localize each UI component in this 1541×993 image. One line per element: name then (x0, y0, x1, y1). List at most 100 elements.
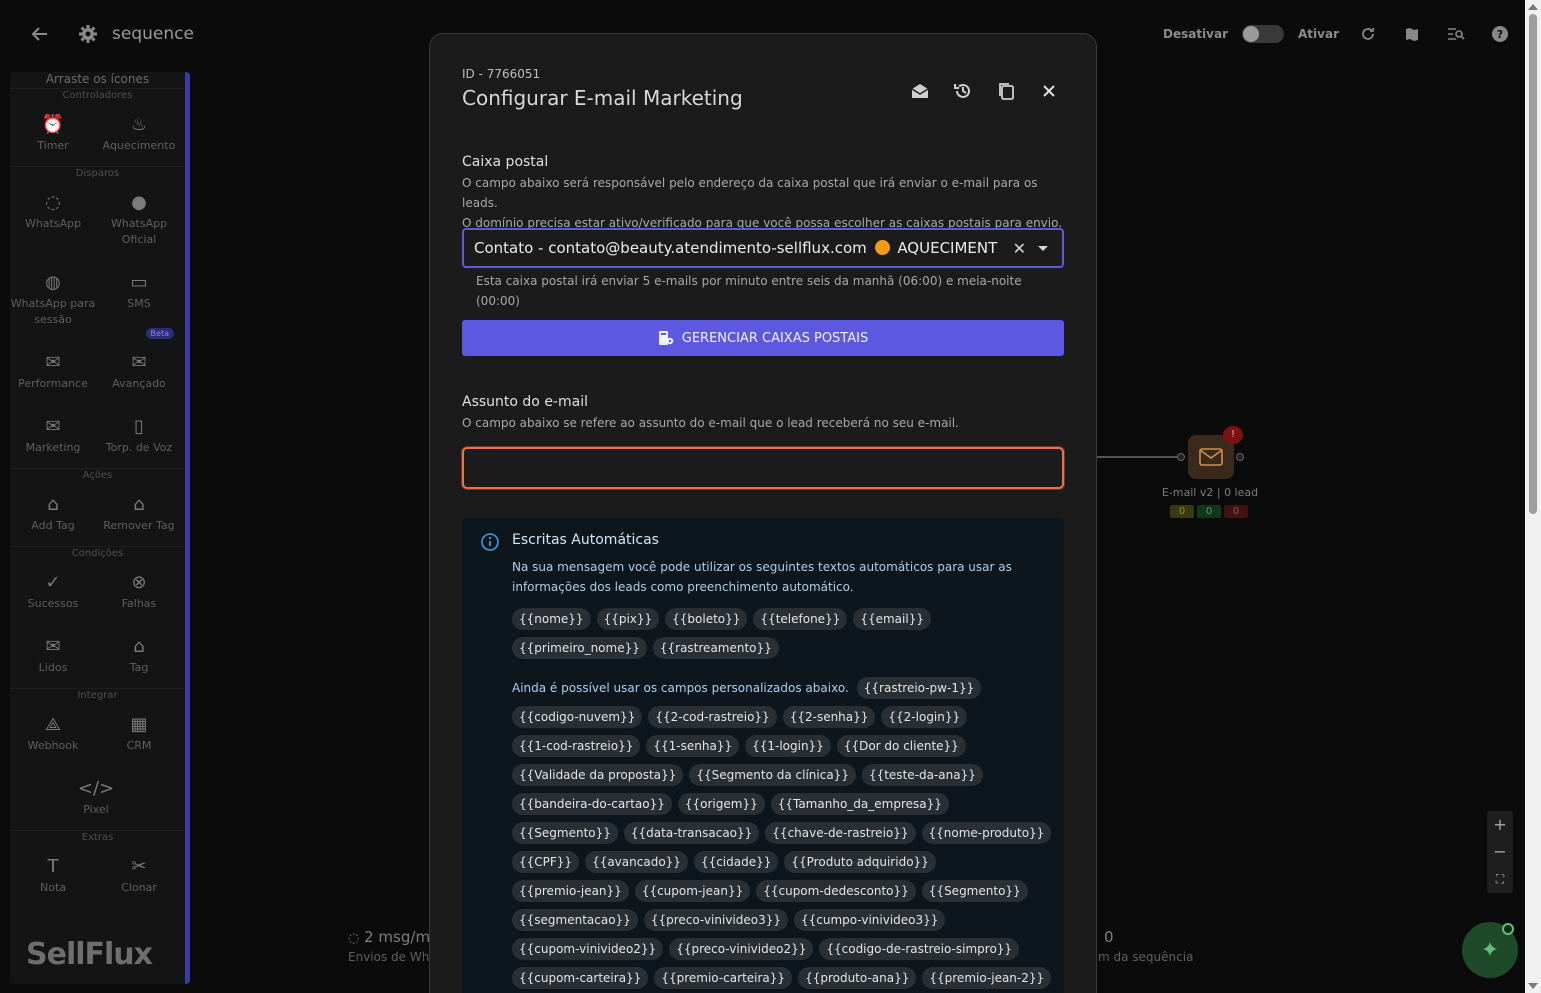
stat-leads: 0 (1104, 928, 1114, 946)
mailbox-select[interactable]: Contato - contato@beauty.atendimento-sel… (462, 228, 1064, 268)
custom-field-chip[interactable]: {{codigo-nuvem}} (512, 706, 643, 728)
auto-field-chip[interactable]: {{boleto}} (665, 608, 748, 630)
custom-field-chip[interactable]: {{Segmento}} (512, 822, 618, 844)
custom-field-chip[interactable]: {{chave-de-rastreio}} (765, 822, 916, 844)
custom-field-chip[interactable]: {{2-login}} (881, 706, 968, 728)
custom-field-chip[interactable]: {{Produto adquirido}} (784, 851, 936, 873)
fit-view-button[interactable]: ⛶ (1487, 866, 1513, 893)
custom-field-chip[interactable]: {{cumpo-vinivideo3}} (794, 909, 946, 931)
custom-field-chip[interactable]: {{1-login}} (745, 735, 831, 757)
sidebar-item-sucessos[interactable]: ✓ Sucessos (10, 560, 96, 624)
sidebar-item-whatsapp-oficial[interactable]: ● WhatsApp Oficial (96, 180, 182, 260)
custom-field-chip[interactable]: {{1-cod-rastreio}} (512, 735, 641, 757)
activate-toggle[interactable] (1242, 25, 1285, 43)
custom-field-chip[interactable]: {{rastreio-pw-1}} (856, 677, 982, 699)
close-icon[interactable] (1034, 78, 1064, 104)
custom-field-chip[interactable]: {{data-transacao}} (623, 822, 760, 844)
email-subject-input[interactable] (462, 447, 1064, 489)
node-input-handle[interactable] (1177, 453, 1185, 461)
sidebar-item-avancado[interactable]: Beta ✉ Avançado (96, 328, 182, 404)
mail-v2-icon: ✉ (131, 351, 147, 373)
custom-field-chip[interactable]: {{premio-jean-2}} (922, 967, 1052, 989)
custom-field-chip[interactable]: {{cupom-jean}} (634, 880, 751, 902)
sidebar-item-whatsapp-sessao[interactable]: ◍ WhatsApp para sessão (10, 260, 96, 340)
sidebar-item-add-tag[interactable]: ⌂ Add Tag (10, 482, 96, 546)
custom-field-chip[interactable]: {{premio-carteira}} (654, 967, 793, 989)
zoom-out-button[interactable]: − (1487, 838, 1513, 865)
zoom-in-button[interactable]: + (1487, 811, 1513, 838)
sidebar-item-aquecimento[interactable]: ♨ Aquecimento (96, 102, 182, 166)
map-icon[interactable] (1397, 20, 1427, 48)
refresh-icon[interactable] (1353, 20, 1383, 48)
scroll-up-arrow[interactable] (1528, 4, 1538, 10)
custom-field-chip[interactable]: {{premio-jean}} (512, 880, 629, 902)
custom-field-chip[interactable]: {{cupom-dedesconto}} (756, 880, 916, 902)
custom-field-chip[interactable]: {{nome-produto}} (921, 822, 1052, 844)
auto-field-chip[interactable]: {{email}} (853, 608, 931, 630)
sidebar-item-pixel[interactable]: </> Pixel (10, 766, 182, 830)
scrollbar-thumb[interactable] (1529, 14, 1537, 514)
gear-icon[interactable] (78, 24, 98, 44)
back-arrow-icon[interactable] (30, 22, 50, 46)
custom-field-chip[interactable]: {{segmentacao}} (512, 909, 638, 931)
sellflux-logo: SellFlux (26, 937, 153, 972)
custom-field-chip[interactable]: {{preco-vinivideo3}} (643, 909, 788, 931)
sidebar-item-tag[interactable]: ⌂ Tag (96, 624, 182, 688)
custom-field-chip[interactable]: {{1-senha}} (646, 735, 740, 757)
sidebar-item-webhook[interactable]: ⟁ Webhook (10, 702, 96, 766)
custom-field-chip[interactable]: {{cupom-carteira}} (512, 967, 649, 989)
sidebar-item-falhas[interactable]: ⊗ Falhas (96, 560, 182, 624)
custom-field-chip[interactable]: {{preco-vinivideo2}} (669, 938, 814, 960)
scroll-down-arrow[interactable] (1528, 983, 1538, 989)
custom-field-chip[interactable]: {{2-cod-rastreio}} (648, 706, 777, 728)
auto-field-chip[interactable]: {{rastreamento}} (652, 637, 779, 659)
chip-row-break (512, 666, 1052, 670)
sidebar-item-whatsapp[interactable]: ◌ WhatsApp (10, 180, 96, 260)
sidebar-item-torp-de-voz[interactable]: ▯ Torp. de Voz (96, 404, 182, 468)
custom-field-chip[interactable]: {{Dor do cliente}} (836, 735, 966, 757)
sidebar-item-performance[interactable]: ✉ Performance (10, 340, 96, 404)
sidebar-item-nota[interactable]: T Nota (10, 844, 96, 908)
custom-field-chip[interactable]: {{produto-ana}} (798, 967, 917, 989)
custom-field-chip[interactable]: {{avancado}} (585, 851, 688, 873)
chevron-down-icon[interactable] (1038, 246, 1048, 251)
sidebar-section-title: Disparos (10, 166, 185, 180)
auto-fields-chips: {{nome}} {{pix}} {{boleto}} {{telefone}} {{e… (512, 608, 1052, 993)
auto-field-chip[interactable]: {{nome}} (512, 608, 591, 630)
envelope-open-icon[interactable] (905, 78, 935, 104)
code-icon: </> (77, 777, 115, 799)
sidebar-item-clonar[interactable]: ✂ Clonar (96, 844, 182, 908)
auto-field-chip[interactable]: {{primeiro_nome}} (512, 637, 647, 659)
custom-field-chip[interactable]: {{Segmento}} (921, 880, 1028, 902)
custom-field-chip[interactable]: {{origem}} (677, 793, 765, 815)
custom-field-chip[interactable]: {{CPF}} (512, 851, 580, 873)
custom-field-chip[interactable]: {{teste-da-ana}} (861, 764, 983, 786)
custom-field-chip[interactable]: {{bandeira-do-cartao}} (512, 793, 672, 815)
clear-selection-icon[interactable]: ✕ (1013, 239, 1026, 258)
custom-field-chip[interactable]: {{cidade}} (693, 851, 779, 873)
node-output-handle[interactable] (1236, 453, 1244, 461)
sidebar-item-remover-tag[interactable]: ⌂ Remover Tag (96, 482, 182, 546)
sidebar-item-crm[interactable]: ▦ CRM (96, 702, 182, 766)
warming-status-dot (874, 240, 890, 255)
custom-field-chip[interactable]: {{codigo-de-rastreio-simpro}} (819, 938, 1020, 960)
sidebar-item-timer[interactable]: ⏰ Timer (10, 102, 96, 166)
auto-field-chip[interactable]: {{telefone}} (753, 608, 848, 630)
zoom-controls: + − ⛶ (1487, 811, 1513, 893)
sidebar-item-marketing[interactable]: ✉ Marketing (10, 404, 96, 468)
help-icon[interactable]: ? (1485, 20, 1515, 48)
auto-field-chip[interactable]: {{pix}} (596, 608, 660, 630)
copy-icon[interactable] (991, 78, 1021, 104)
search-list-icon[interactable] (1441, 20, 1471, 48)
history-icon[interactable] (948, 78, 978, 104)
sidebar-section-title: Ações (10, 468, 185, 482)
custom-field-chip[interactable]: {{cupom-vinivideo2}} (512, 938, 664, 960)
page-scrollbar[interactable] (1525, 0, 1541, 993)
custom-field-chip[interactable]: {{Tamanho_da_empresa}} (770, 793, 949, 815)
custom-field-chip[interactable]: {{Validade da proposta}} (512, 764, 684, 786)
sidebar-item-lidos[interactable]: ✉ Lidos (10, 624, 96, 688)
manage-mailboxes-button[interactable]: GERENCIAR CAIXAS POSTAIS (462, 320, 1064, 356)
auto-fields-title: Escritas Automáticas (512, 532, 659, 548)
custom-field-chip[interactable]: {{Segmento da clínica}} (689, 764, 856, 786)
custom-field-chip[interactable]: {{2-senha}} (782, 706, 876, 728)
